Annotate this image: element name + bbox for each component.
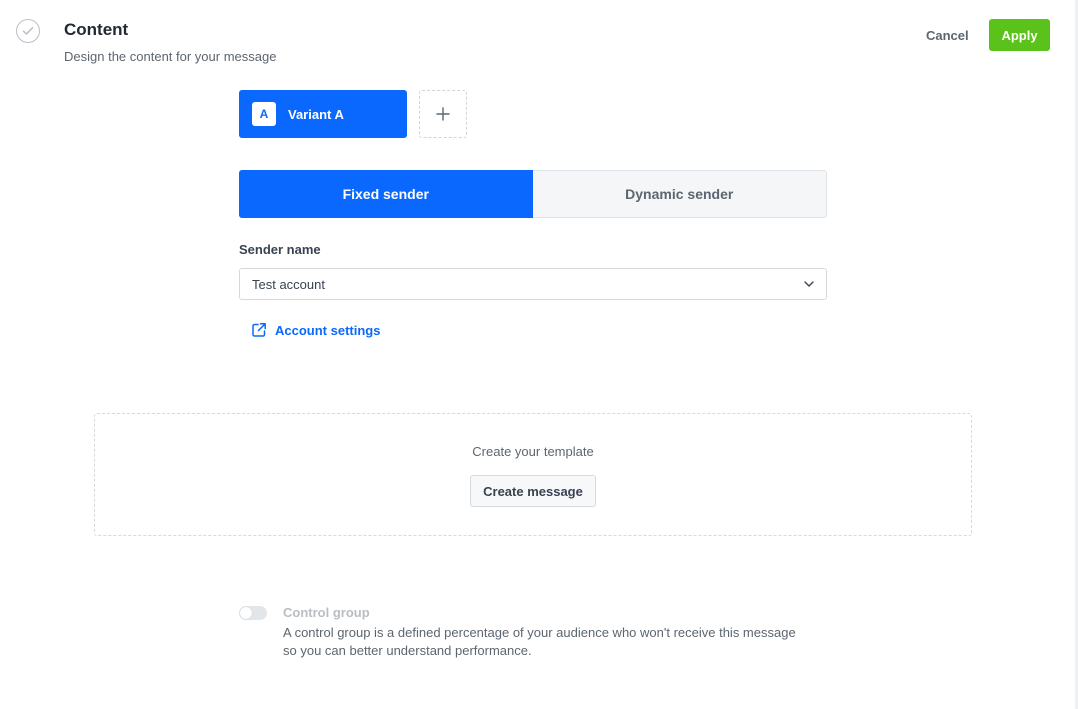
account-settings-label: Account settings <box>275 322 381 338</box>
variant-badge: A <box>252 102 276 126</box>
dynamic-sender-tab[interactable]: Dynamic sender <box>532 170 827 218</box>
add-variant-button[interactable] <box>419 90 467 138</box>
template-dropzone: Create your template Create message <box>94 413 972 536</box>
toggle-knob <box>240 607 252 619</box>
control-group-description: A control group is a defined percentage … <box>283 625 796 658</box>
create-message-button[interactable]: Create message <box>470 475 596 507</box>
check-circle-icon <box>16 19 40 43</box>
account-settings-link[interactable]: Account settings <box>251 322 380 338</box>
apply-button[interactable]: Apply <box>989 19 1050 51</box>
chevron-down-icon <box>804 281 814 287</box>
control-group-title: Control group <box>283 605 370 620</box>
sender-name-label: Sender name <box>239 242 321 257</box>
external-link-icon <box>252 323 266 337</box>
control-group-toggle[interactable] <box>239 606 267 620</box>
page-title: Content <box>64 20 129 39</box>
template-prompt: Create your template <box>472 444 594 459</box>
sender-type-toggle: Fixed sender Dynamic sender <box>239 170 827 218</box>
sender-name-select[interactable]: Test account <box>239 268 827 300</box>
sender-name-value: Test account <box>252 276 325 292</box>
page-subtitle: Design the content for your message <box>64 49 277 64</box>
cancel-button[interactable]: Cancel <box>918 23 977 47</box>
content-step-panel: Content Design the content for your mess… <box>0 0 1078 709</box>
plus-icon <box>436 107 450 121</box>
variant-label: Variant A <box>288 106 344 122</box>
fixed-sender-tab[interactable]: Fixed sender <box>239 170 533 218</box>
variant-tab-a[interactable]: A Variant A <box>239 90 407 138</box>
